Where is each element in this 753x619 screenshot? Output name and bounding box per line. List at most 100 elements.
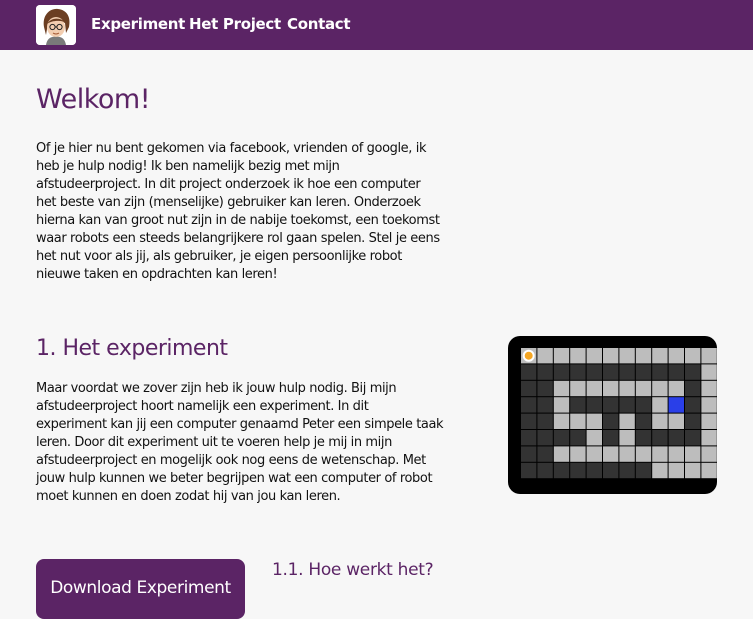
maze-tile	[619, 430, 635, 446]
maze-tile	[652, 446, 668, 462]
welcome-line: het beste van zijn (menselijke) gebruike…	[36, 195, 421, 210]
maze-tile	[537, 348, 553, 364]
maze-tile	[537, 413, 553, 429]
maze-tile	[570, 413, 586, 429]
maze-tile	[619, 348, 635, 364]
maze-agent-icon	[522, 349, 535, 362]
maze-tile	[635, 430, 652, 446]
maze-tile	[586, 380, 602, 397]
welcome-line: heb je hulp nodig! Ik ben namelijk bezig…	[36, 159, 340, 174]
maze-tile	[685, 380, 701, 397]
nav-link-experiment[interactable]: Experiment	[91, 15, 185, 33]
maze-tile	[685, 462, 701, 479]
maze-tile	[652, 413, 668, 429]
maze-tile	[619, 380, 635, 397]
welcome-line: afstudeerproject. In dit project onderzo…	[36, 177, 421, 192]
maze-tile	[701, 380, 717, 397]
welcome-line: nieuwe taken en opdrachten kan leren!	[36, 267, 278, 282]
maze-tile	[685, 397, 701, 413]
maze-tile	[537, 462, 553, 479]
experiment-line: leren. Door dit experiment uit te voeren…	[36, 435, 392, 450]
experiment-line: Maar voordat we zover zijn heb ik jouw h…	[36, 381, 397, 396]
maze-tile	[570, 446, 586, 462]
maze-goal-tile	[668, 397, 684, 413]
maze-grid-icon	[521, 348, 734, 479]
maze-tile	[586, 413, 602, 429]
maze-tile	[521, 446, 537, 462]
download-experiment-button[interactable]: Download Experiment	[36, 559, 245, 619]
welcome-line: het nut voor als jij, als gebruiker, je …	[36, 249, 402, 264]
welcome-line: waar robots een steeds belangrijkere rol…	[36, 231, 440, 246]
welcome-line: hierna kan van groot nut zijn in de nabi…	[36, 213, 440, 228]
maze-tile	[553, 348, 570, 364]
nav-link-contact[interactable]: Contact	[287, 15, 351, 33]
maze-tile	[570, 348, 586, 364]
maze-tile	[701, 462, 717, 479]
maze-tile	[553, 446, 570, 462]
maze-tile	[619, 462, 635, 479]
maze-tile	[668, 462, 684, 479]
maze-tile	[635, 364, 652, 380]
maze-tile	[652, 380, 668, 397]
maze-tile	[603, 348, 619, 364]
maze-tile	[701, 446, 717, 462]
maze-tile	[701, 348, 717, 364]
maze-tile	[537, 430, 553, 446]
maze-tile	[668, 348, 684, 364]
maze-tile	[570, 462, 586, 479]
maze-tile	[537, 380, 553, 397]
maze-tile	[635, 462, 652, 479]
maze-tile	[685, 446, 701, 462]
maze-tile	[619, 364, 635, 380]
maze-tile	[553, 380, 570, 397]
maze-tile	[619, 397, 635, 413]
maze-tile	[603, 462, 619, 479]
maze-tile	[685, 364, 701, 380]
top-navbar: Experiment Het Project Contact	[0, 0, 753, 50]
maze-tile	[570, 380, 586, 397]
maze-tile	[701, 397, 717, 413]
avatar-logo-icon[interactable]	[36, 5, 76, 45]
maze-tile	[521, 397, 537, 413]
page-title: Welkom!	[36, 84, 151, 115]
maze-tile	[652, 364, 668, 380]
maze-tile	[570, 430, 586, 446]
maze-tile	[586, 364, 602, 380]
maze-tile	[521, 380, 537, 397]
maze-tile	[701, 430, 717, 446]
maze-tile	[586, 348, 602, 364]
maze-tile	[603, 397, 619, 413]
maze-tile	[603, 430, 619, 446]
experiment-line: moet kunnen en doen zodat hij van jou ka…	[36, 489, 341, 504]
maze-tile	[701, 413, 717, 429]
maze-tile	[521, 413, 537, 429]
maze-tile	[635, 446, 652, 462]
maze-tile	[521, 462, 537, 479]
maze-tile	[603, 380, 619, 397]
experiment-heading: 1. Het experiment	[36, 336, 228, 361]
maze-tile	[652, 430, 668, 446]
maze-tile	[521, 430, 537, 446]
maze-tile	[668, 380, 684, 397]
maze-tile	[685, 348, 701, 364]
experiment-paragraph: Maar voordat we zover zijn heb ik jouw h…	[36, 380, 496, 506]
experiment-line: jouw hulp kunnen we beter begrijpen wat …	[36, 471, 433, 486]
maze-tile	[521, 364, 537, 380]
nav-link-het-project[interactable]: Het Project	[189, 15, 281, 33]
experiment-line: experiment kan jij een computer genaamd …	[36, 417, 444, 432]
how-it-works-heading: 1.1. Hoe werkt het?	[272, 560, 434, 580]
maze-tile	[586, 430, 602, 446]
maze-tile	[570, 364, 586, 380]
maze-tile	[685, 430, 701, 446]
maze-tile	[603, 446, 619, 462]
maze-tile	[619, 413, 635, 429]
maze-tile	[553, 462, 570, 479]
maze-preview	[508, 336, 734, 494]
maze-tile	[553, 364, 570, 380]
maze-tile	[652, 462, 668, 479]
maze-tile	[553, 397, 570, 413]
maze-tile	[570, 397, 586, 413]
welcome-line: Of je hier nu bent gekomen via facebook,…	[36, 141, 427, 156]
maze-tile	[635, 397, 652, 413]
maze-tile	[652, 348, 668, 364]
